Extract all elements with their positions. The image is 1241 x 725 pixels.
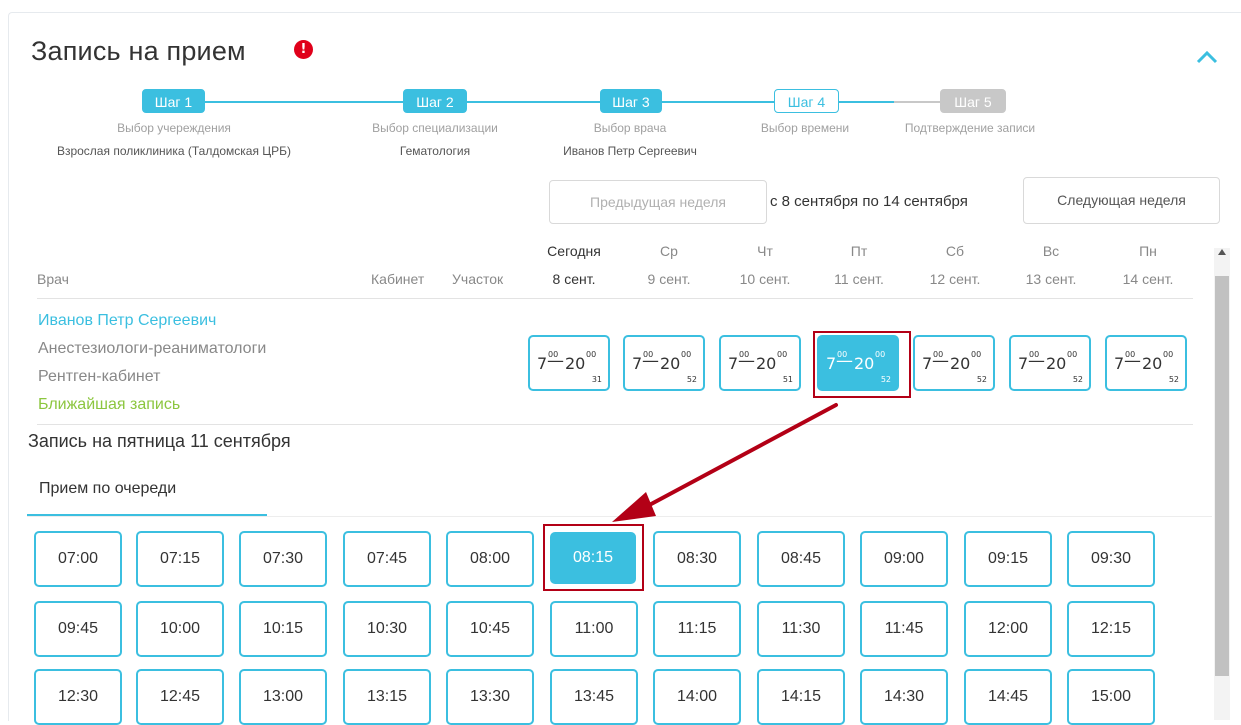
step-1-value: Взрослая поликлиника (Талдомская ЦРБ) (56, 144, 292, 158)
time-slot-button[interactable]: 09:30 (1067, 531, 1155, 587)
day-header: Вс (1042, 243, 1060, 259)
time-slot-button[interactable]: 12:15 (1067, 601, 1155, 657)
time-highlight-frame (543, 524, 644, 591)
time-slot-button[interactable]: 14:45 (964, 669, 1052, 725)
step-1-caption: Выбор учереждения (117, 121, 231, 135)
chevron-up-icon[interactable] (1196, 50, 1218, 64)
time-slot-button[interactable]: 09:15 (964, 531, 1052, 587)
step-connector (894, 101, 940, 103)
day-slot[interactable]: 7 00—20 00 52 (623, 335, 705, 391)
time-slot-button[interactable]: 11:45 (860, 601, 948, 657)
date-header: 8 сент. (552, 271, 596, 287)
time-slot-button[interactable]: 11:30 (757, 601, 845, 657)
info-icon[interactable]: ! (294, 40, 313, 59)
tab-queue[interactable]: Прием по очереди (27, 470, 267, 516)
time-slot-button[interactable]: 12:30 (34, 669, 122, 725)
doctor-column-header: Врач (37, 271, 69, 287)
time-slot-button[interactable]: 11:15 (653, 601, 741, 657)
time-slot-button[interactable]: 11:00 (550, 601, 638, 657)
doctor-name-link[interactable]: Иванов Петр Сергеевич (38, 312, 216, 330)
date-header: 14 сент. (1122, 271, 1174, 287)
step-connector (204, 101, 404, 103)
time-slot-button[interactable]: 13:15 (343, 669, 431, 725)
day-header: Пт (850, 243, 868, 259)
nearest-appointment-link[interactable]: Ближайшая запись (38, 396, 180, 414)
day-slot[interactable]: 7 00—20 00 52 (1009, 335, 1091, 391)
time-slot-button[interactable]: 12:45 (136, 669, 224, 725)
time-slot-button[interactable]: 07:00 (34, 531, 122, 587)
week-range: с 8 сентября по 14 сентября (770, 193, 968, 210)
table-divider (37, 298, 1193, 299)
step-5-badge: Шаг 5 (940, 89, 1006, 113)
selected-day-title: Запись на пятница 11 сентября (28, 431, 291, 451)
date-header: 13 сент. (1025, 271, 1077, 287)
step-2-value: Гематология (399, 144, 471, 158)
time-slot-button[interactable]: 13:30 (446, 669, 534, 725)
day-header: Пн (1139, 243, 1157, 259)
doctor-specialization: Анестезиологи-реаниматологи (38, 340, 267, 357)
step-3-badge[interactable]: Шаг 3 (600, 89, 662, 113)
step-3-caption: Выбор врача (593, 121, 667, 135)
time-slot-button[interactable]: 08:00 (446, 531, 534, 587)
date-header: 12 сент. (929, 271, 981, 287)
time-slot-button[interactable]: 08:30 (653, 531, 741, 587)
tabs-divider (27, 516, 1212, 517)
step-1-badge[interactable]: Шаг 1 (142, 89, 205, 113)
date-header: 10 сент. (739, 271, 791, 287)
step-connector (838, 101, 894, 103)
time-slot-button[interactable]: 10:00 (136, 601, 224, 657)
day-header: Сб (945, 243, 965, 259)
time-slot-button[interactable]: 13:45 (550, 669, 638, 725)
time-slot-button[interactable]: 12:00 (964, 601, 1052, 657)
day-slot[interactable]: 7 00—20 00 52 (913, 335, 995, 391)
date-header: 9 сент. (647, 271, 691, 287)
slot-highlight-frame (813, 331, 911, 398)
step-2-caption: Выбор специализации (372, 121, 498, 135)
time-slot-button[interactable]: 10:15 (239, 601, 327, 657)
time-slot-button[interactable]: 14:15 (757, 669, 845, 725)
doctor-room: Рентген-кабинет (38, 368, 161, 385)
table-divider (37, 424, 1193, 425)
step-connector (660, 101, 774, 103)
step-connector (466, 101, 600, 103)
date-header: 11 сент. (834, 271, 884, 287)
day-header: Ср (660, 243, 678, 259)
tab-queue-label: Прием по очереди (39, 480, 177, 497)
time-slot-button[interactable]: 07:15 (136, 531, 224, 587)
step-2-badge[interactable]: Шаг 2 (403, 89, 467, 113)
time-slot-button[interactable]: 07:30 (239, 531, 327, 587)
time-slot-button[interactable]: 09:00 (860, 531, 948, 587)
step-4-caption: Выбор времени (760, 121, 850, 135)
step-3-value: Иванов Петр Сергеевич (563, 144, 697, 158)
day-header: Сегодня (547, 243, 601, 259)
time-slot-button[interactable]: 10:45 (446, 601, 534, 657)
time-slot-button[interactable]: 10:30 (343, 601, 431, 657)
day-header: Чт (757, 243, 773, 259)
time-slot-button[interactable]: 13:00 (239, 669, 327, 725)
time-slot-button[interactable]: 07:45 (343, 531, 431, 587)
next-week-button[interactable]: Следующая неделя (1023, 177, 1220, 224)
page-title: Запись на прием (31, 36, 246, 66)
day-slot[interactable]: 7 00—20 00 31 (528, 335, 610, 391)
step-4-badge[interactable]: Шаг 4 (774, 89, 839, 113)
time-slot-button[interactable]: 14:30 (860, 669, 948, 725)
scroll-up-arrow-icon[interactable] (1217, 248, 1227, 258)
time-slot-button[interactable]: 08:45 (757, 531, 845, 587)
scrollbar-thumb[interactable] (1215, 276, 1229, 676)
day-slot[interactable]: 7 00—20 00 52 (1105, 335, 1187, 391)
time-slot-button[interactable]: 09:45 (34, 601, 122, 657)
time-slot-button[interactable]: 14:00 (653, 669, 741, 725)
room-column-header: Кабинет (371, 271, 425, 287)
time-slot-button[interactable]: 15:00 (1067, 669, 1155, 725)
step-5-caption: Подтверждение записи (904, 121, 1036, 135)
prev-week-button[interactable]: Предыдущая неделя (549, 180, 767, 224)
district-column-header: Участок (452, 271, 504, 287)
day-slot[interactable]: 7 00—20 00 51 (719, 335, 801, 391)
